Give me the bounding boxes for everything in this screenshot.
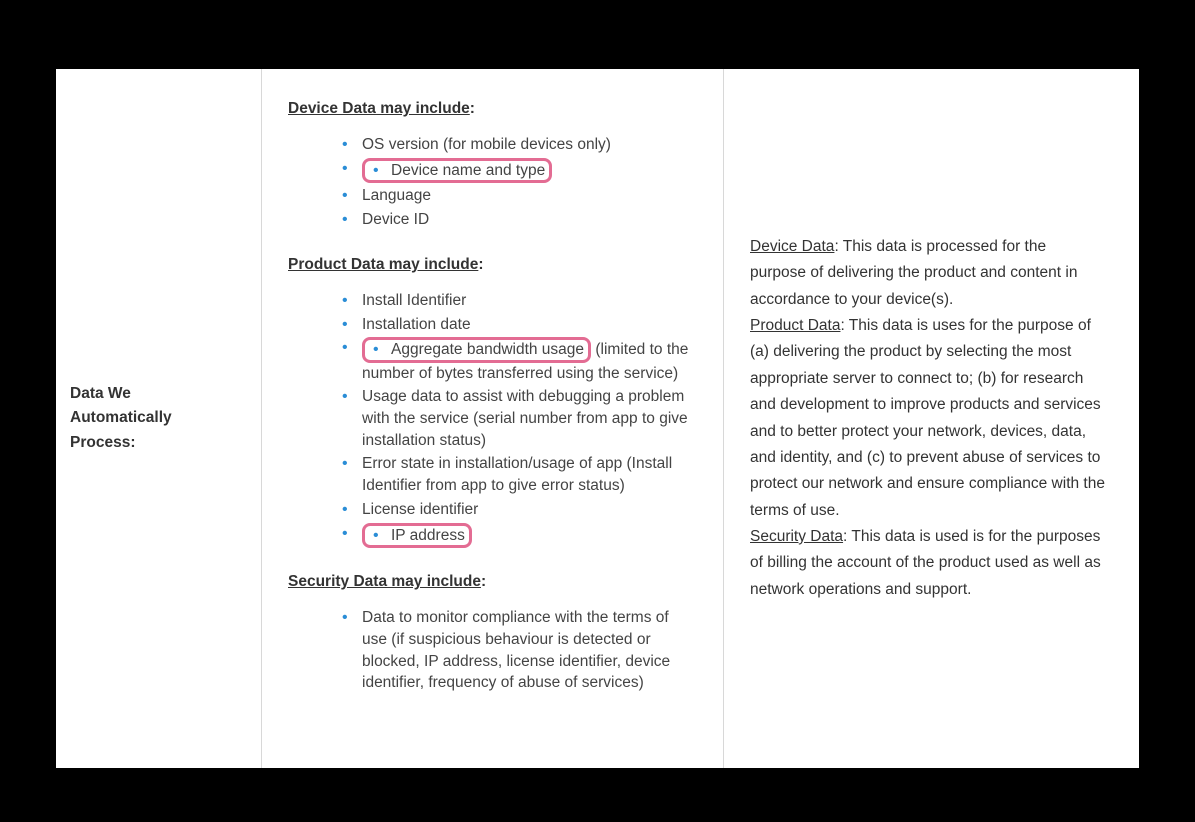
page-frame: Data We Automatically Process: Device Da…	[0, 0, 1195, 822]
list-item: IP address	[342, 523, 697, 548]
row-header-line3: Process:	[70, 434, 135, 451]
highlight-box: Device name and type	[362, 158, 552, 183]
product-data-label: Product Data	[750, 317, 840, 334]
security-data-heading: Security Data may include:	[288, 570, 697, 593]
device-data-label: Device Data	[750, 238, 834, 255]
product-data-heading-text: Product Data may include	[288, 256, 478, 273]
security-data-label: Security Data	[750, 528, 843, 545]
row-header-cell: Data We Automatically Process:	[56, 69, 262, 768]
device-data-heading-text: Device Data may include	[288, 100, 470, 117]
security-data-list: Data to monitor compliance with the term…	[288, 607, 697, 694]
highlight-box: Aggregate bandwidth usage	[362, 337, 591, 362]
list-item: Data to monitor compliance with the term…	[342, 607, 697, 694]
data-categories-cell: Device Data may include: OS version (for…	[262, 69, 724, 768]
purpose-text-block: Device Data: This data is processed for …	[750, 234, 1105, 603]
product-data-heading: Product Data may include:	[288, 253, 697, 276]
list-item-text: IP address	[365, 526, 465, 545]
product-data-purpose: : This data is uses for the purpose of (…	[750, 317, 1105, 518]
list-item: Device ID	[342, 209, 697, 231]
security-data-heading-text: Security Data may include	[288, 573, 481, 590]
list-item: Install Identifier	[342, 290, 697, 312]
list-item: OS version (for mobile devices only)	[342, 134, 697, 156]
row-header-line2: Automatically	[70, 409, 172, 426]
list-item: Installation date	[342, 314, 697, 336]
device-data-heading: Device Data may include:	[288, 97, 697, 120]
table-row-card: Data We Automatically Process: Device Da…	[56, 69, 1139, 768]
row-header-line1: Data We	[70, 385, 131, 402]
list-item-text: Aggregate bandwidth usage	[365, 340, 584, 359]
product-data-list: Install IdentifierInstallation dateAggre…	[288, 290, 697, 548]
list-item: Device name and type	[342, 158, 697, 183]
purpose-cell: Device Data: This data is processed for …	[724, 69, 1139, 768]
device-data-list: OS version (for mobile devices only) Devi…	[288, 134, 697, 230]
list-item: Aggregate bandwidth usage (limited to th…	[342, 337, 697, 384]
list-item: Language	[342, 185, 697, 207]
row-header-label: Data We Automatically Process:	[70, 382, 172, 454]
highlight-box: IP address	[362, 523, 472, 548]
list-item: Usage data to assist with debugging a pr…	[342, 386, 697, 451]
list-item: Error state in installation/usage of app…	[342, 453, 697, 496]
list-item-text: Device name and type	[365, 161, 545, 180]
list-item: License identifier	[342, 499, 697, 521]
